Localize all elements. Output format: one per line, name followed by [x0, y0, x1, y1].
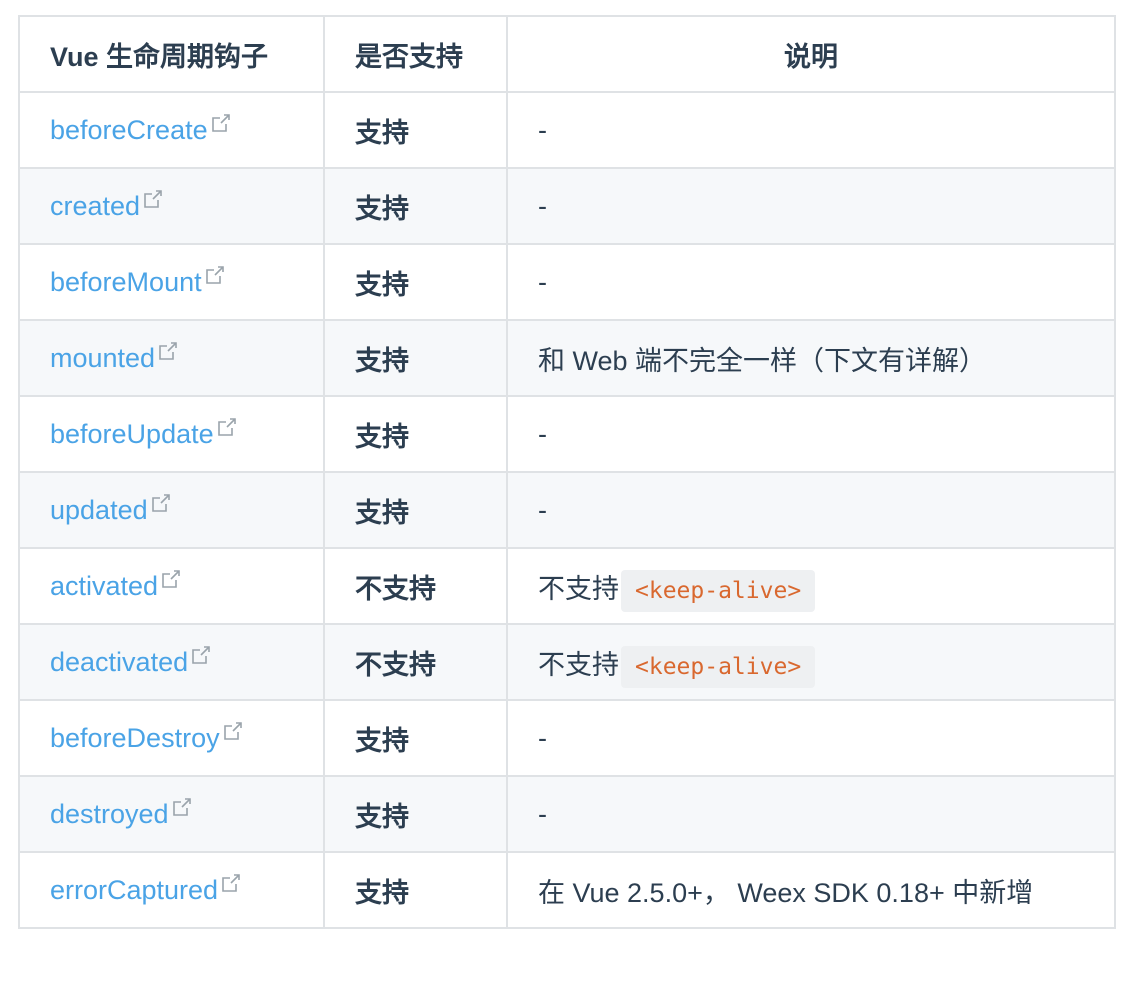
- support-cell: 不支持: [323, 547, 508, 625]
- column-header-support: 是否支持: [323, 15, 508, 93]
- description-text: 不支持: [538, 649, 619, 680]
- column-header-hook: Vue 生命周期钩子: [18, 15, 325, 93]
- support-cell: 支持: [323, 395, 508, 473]
- hook-cell: errorCaptured: [18, 851, 325, 929]
- lifecycle-hooks-table: Vue 生命周期钩子 是否支持 说明 beforeCreate 支持 - cre…: [18, 15, 1116, 929]
- hook-cell: created: [18, 167, 325, 245]
- external-link-icon: [144, 189, 162, 208]
- hook-name: beforeCreate: [50, 114, 208, 145]
- support-cell: 支持: [323, 471, 508, 549]
- inline-code: <keep-alive>: [621, 645, 816, 688]
- hook-link[interactable]: activated: [50, 569, 181, 601]
- hook-link[interactable]: mounted: [50, 341, 178, 373]
- description-text: -: [538, 190, 547, 221]
- support-cell: 支持: [323, 319, 508, 397]
- description-cell: 和 Web 端不完全一样（下文有详解）: [506, 319, 1116, 397]
- column-header-description: 说明: [506, 15, 1116, 93]
- support-cell: 支持: [323, 91, 508, 169]
- description-cell: 不支持 <keep-alive>: [506, 547, 1116, 625]
- description-text: 和 Web 端不完全一样（下文有详解）: [538, 345, 987, 376]
- hook-link[interactable]: deactivated: [50, 645, 211, 677]
- description-text: -: [538, 798, 547, 829]
- description-cell: 不支持 <keep-alive>: [506, 623, 1116, 701]
- table-row: updated 支持 -: [18, 471, 1116, 549]
- support-cell: 不支持: [323, 623, 508, 701]
- external-link-icon: [223, 721, 242, 740]
- hook-name: deactivated: [50, 646, 189, 677]
- hook-cell: mounted: [18, 319, 325, 397]
- hook-name: mounted: [50, 342, 156, 373]
- hook-link[interactable]: beforeDestroy: [50, 721, 243, 753]
- hook-cell: beforeDestroy: [18, 699, 325, 777]
- hook-link[interactable]: destroyed: [50, 797, 192, 829]
- table-row: beforeMount 支持 -: [18, 243, 1116, 321]
- support-cell: 支持: [323, 851, 508, 929]
- external-link-icon: [159, 341, 177, 360]
- description-cell: -: [506, 699, 1116, 777]
- hook-cell: deactivated: [18, 623, 325, 701]
- external-link-icon: [172, 797, 191, 816]
- external-link-icon: [192, 645, 210, 664]
- hook-name: errorCaptured: [50, 874, 219, 905]
- table-header: Vue 生命周期钩子 是否支持 说明: [18, 15, 1116, 93]
- hook-name: updated: [50, 494, 148, 525]
- hook-name: created: [50, 190, 141, 221]
- description-cell: -: [506, 395, 1116, 473]
- support-cell: 支持: [323, 775, 508, 853]
- description-text: 在 Vue 2.5.0+， Weex SDK 0.18+ 中新增: [538, 877, 1034, 908]
- description-cell: -: [506, 167, 1116, 245]
- hook-link[interactable]: updated: [50, 493, 171, 525]
- description-cell: -: [506, 91, 1116, 169]
- description-text: -: [538, 494, 547, 525]
- external-link-icon: [211, 113, 230, 132]
- description-text: -: [538, 114, 547, 145]
- hook-link[interactable]: beforeMount: [50, 265, 225, 297]
- table-row: errorCaptured 支持 在 Vue 2.5.0+， Weex SDK …: [18, 851, 1116, 929]
- external-link-icon: [205, 265, 224, 284]
- header-row: Vue 生命周期钩子 是否支持 说明: [18, 15, 1116, 93]
- description-cell: 在 Vue 2.5.0+， Weex SDK 0.18+ 中新增: [506, 851, 1116, 929]
- table-row: created 支持 -: [18, 167, 1116, 245]
- description-text: -: [538, 722, 547, 753]
- hook-name: activated: [50, 570, 159, 601]
- inline-code: <keep-alive>: [621, 569, 816, 612]
- table-row: beforeUpdate 支持 -: [18, 395, 1116, 473]
- hook-cell: destroyed: [18, 775, 325, 853]
- hook-name: beforeUpdate: [50, 418, 214, 449]
- table-body: beforeCreate 支持 - created 支持 - beforeMou…: [18, 91, 1116, 929]
- hook-cell: updated: [18, 471, 325, 549]
- hook-link[interactable]: created: [50, 189, 163, 221]
- support-cell: 支持: [323, 243, 508, 321]
- external-link-icon: [222, 873, 240, 892]
- external-link-icon: [162, 569, 180, 588]
- hook-cell: beforeCreate: [18, 91, 325, 169]
- hook-cell: beforeUpdate: [18, 395, 325, 473]
- external-link-icon: [217, 417, 236, 436]
- hook-cell: activated: [18, 547, 325, 625]
- hook-link[interactable]: beforeCreate: [50, 113, 231, 145]
- table-row: activated 不支持 不支持 <keep-alive>: [18, 547, 1116, 625]
- support-cell: 支持: [323, 699, 508, 777]
- hook-name: beforeMount: [50, 266, 202, 297]
- description-text: -: [538, 266, 547, 297]
- hook-link[interactable]: beforeUpdate: [50, 417, 237, 449]
- table-row: mounted 支持 和 Web 端不完全一样（下文有详解）: [18, 319, 1116, 397]
- description-cell: -: [506, 243, 1116, 321]
- description-text: 不支持: [538, 573, 619, 604]
- description-cell: -: [506, 775, 1116, 853]
- hook-name: beforeDestroy: [50, 722, 220, 753]
- table-row: destroyed 支持 -: [18, 775, 1116, 853]
- external-link-icon: [151, 493, 170, 512]
- description-text: -: [538, 418, 547, 449]
- table-row: beforeDestroy 支持 -: [18, 699, 1116, 777]
- hook-name: destroyed: [50, 798, 169, 829]
- description-cell: -: [506, 471, 1116, 549]
- support-cell: 支持: [323, 167, 508, 245]
- hook-cell: beforeMount: [18, 243, 325, 321]
- table-row: beforeCreate 支持 -: [18, 91, 1116, 169]
- table-row: deactivated 不支持 不支持 <keep-alive>: [18, 623, 1116, 701]
- hook-link[interactable]: errorCaptured: [50, 873, 241, 905]
